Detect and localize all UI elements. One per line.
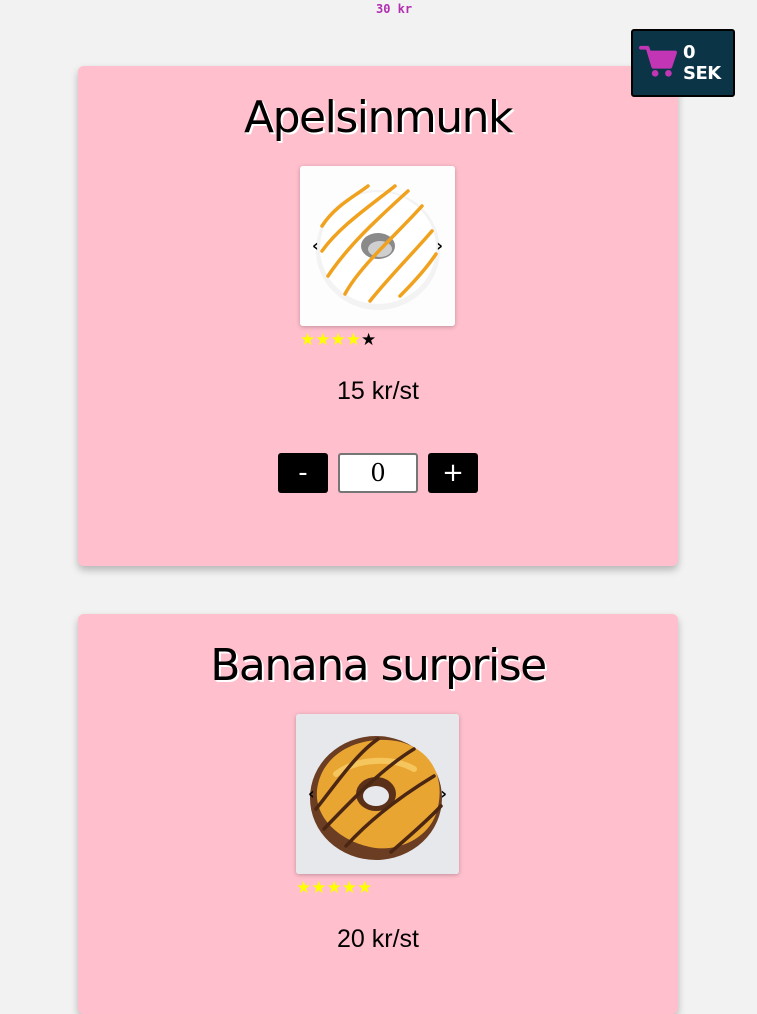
star-icon: ★ <box>345 330 361 349</box>
star-icon: ★ <box>361 330 377 349</box>
image-next-arrow[interactable]: › <box>440 786 447 802</box>
product-card: Apelsinmunk ‹ › ★★★★★ 15 kr/st - + <box>78 66 678 566</box>
image-prev-arrow[interactable]: ‹ <box>308 786 315 802</box>
shopping-cart-icon <box>639 43 677 84</box>
star-icon: ★ <box>300 330 316 349</box>
product-image: ‹ › <box>300 166 455 326</box>
star-icon: ★ <box>296 878 312 897</box>
star-icon: ★ <box>341 878 357 897</box>
quantity-stepper: - + <box>278 453 478 493</box>
cart-button[interactable]: 0 SEK <box>631 29 735 97</box>
star-icon: ★ <box>330 330 346 349</box>
star-icon: ★ <box>315 330 331 349</box>
orange-glazed-donut-image <box>300 166 455 326</box>
image-next-arrow[interactable]: › <box>436 238 443 254</box>
product-card: Banana surprise ‹ › ★ ★ ★ ★ ★ 20 kr/st <box>78 614 678 1014</box>
product-image: ‹ › <box>296 714 459 874</box>
top-price-label: 30 kr <box>376 2 413 16</box>
decrease-quantity-button[interactable]: - <box>278 453 328 493</box>
rating-stars: ★ ★ ★ ★ ★ <box>296 879 372 896</box>
star-icon: ★ <box>357 878 373 897</box>
image-prev-arrow[interactable]: ‹ <box>312 238 319 254</box>
product-title: Apelsinmunk <box>244 92 513 143</box>
product-price: 15 kr/st <box>337 377 419 405</box>
product-price: 20 kr/st <box>337 925 419 953</box>
product-title: Banana surprise <box>210 640 547 691</box>
cart-total: 0 SEK <box>683 42 721 84</box>
increase-quantity-button[interactable]: + <box>428 453 478 493</box>
quantity-input[interactable] <box>338 453 418 493</box>
banana-chocolate-donut-image <box>296 714 459 874</box>
star-icon: ★ <box>326 878 342 897</box>
star-icon: ★ <box>311 878 327 897</box>
rating-stars: ★ ★ ★ ★ ★ <box>300 331 376 348</box>
